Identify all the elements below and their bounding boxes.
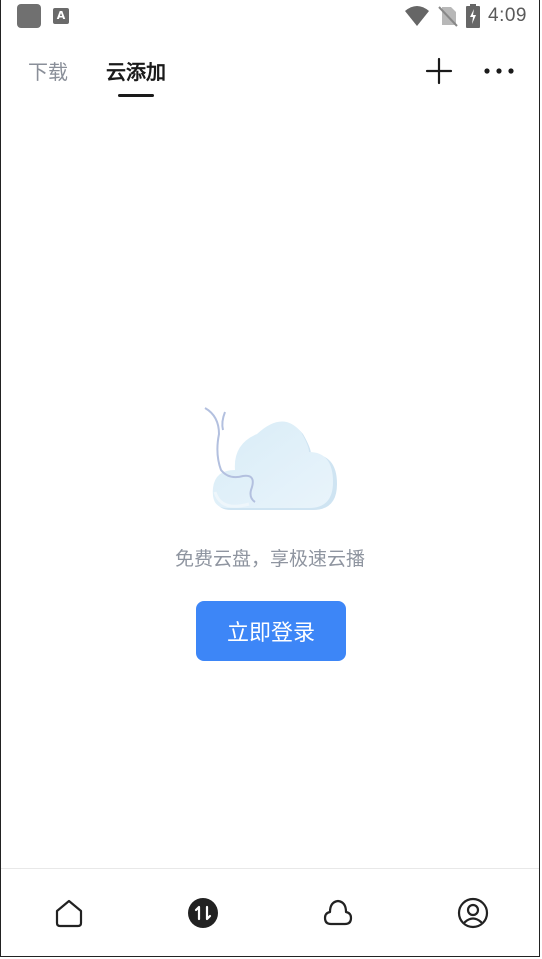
empty-state-message: 免费云盘，享极速云播 [174,548,365,570]
home-icon [55,899,83,928]
tab-download[interactable]: 下载 [28,56,68,85]
cloud-illustration [199,404,341,518]
add-button[interactable] [423,56,455,86]
login-button[interactable]: 立即登录 [196,601,346,661]
nav-transfer[interactable] [186,896,220,930]
nav-profile[interactable] [456,896,490,930]
plus-icon [425,57,453,85]
app-notification-icon [17,4,41,28]
tab-cloud-add[interactable]: 云添加 [106,56,166,85]
nav-home[interactable] [52,896,86,930]
status-bar: A 4:09 [1,0,539,32]
clock: 4:09 [488,5,527,26]
more-icon [484,68,514,74]
app-screen: A 4:09 下载 云添加 免费云盘，享极速云播 立即登录 [0,0,540,957]
wifi-icon [405,6,430,26]
profile-icon [457,897,489,929]
no-sim-icon [438,6,458,27]
more-button[interactable] [483,56,515,86]
nav-cloud[interactable] [321,896,355,930]
a-notification-icon: A [53,8,69,24]
header: 下载 云添加 [1,46,539,106]
tab-indicator [118,94,154,97]
cloud-icon [204,407,337,510]
status-bar-right: 4:09 [404,4,527,28]
bottom-nav [1,868,539,956]
transfer-icon [188,898,218,928]
cloud-icon [323,899,353,926]
status-bar-left: A [17,4,69,28]
battery-charging-icon [466,4,481,28]
